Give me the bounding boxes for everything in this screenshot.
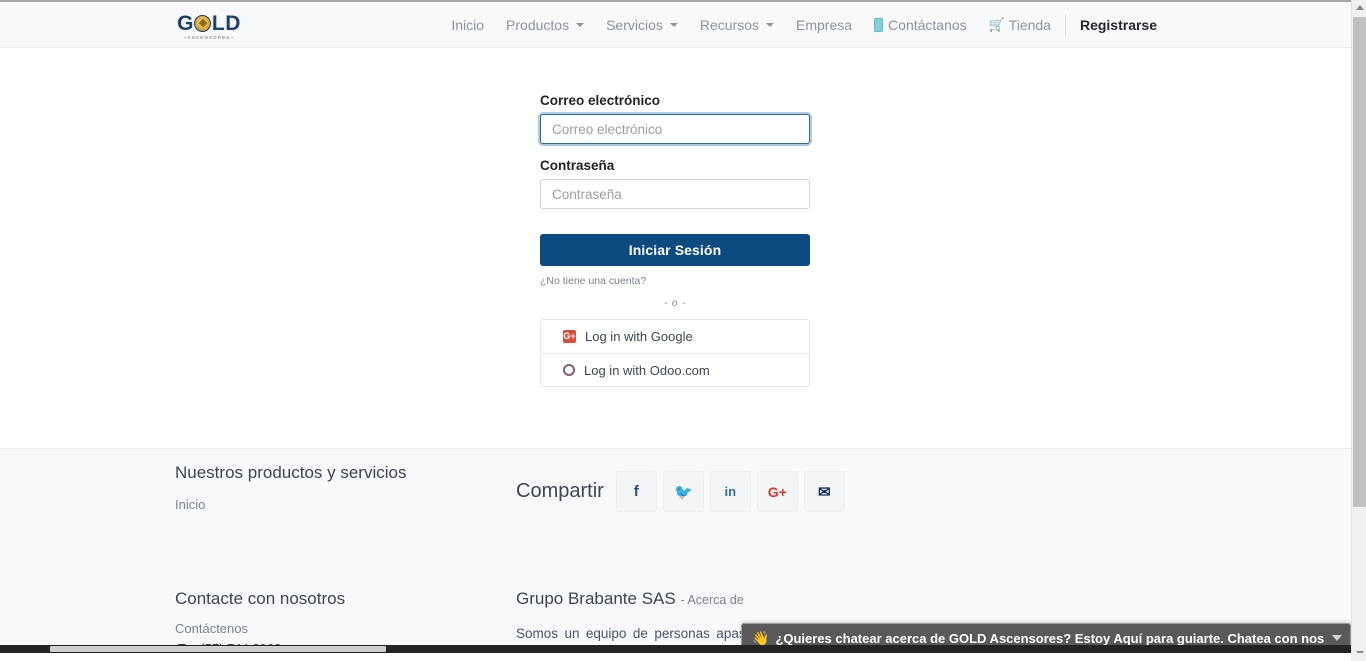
main-content: Correo electrónico Contraseña Iniciar Se…: [0, 49, 1351, 448]
gold-circle-emblem-icon: [194, 14, 212, 32]
vertical-scrollbar-thumb[interactable]: [1353, 17, 1366, 507]
waving-hand-icon: 👋: [752, 630, 770, 646]
login-with-google-button[interactable]: G+ Log in with Google: [541, 320, 809, 353]
shopping-cart-icon: 🛒: [988, 17, 1005, 32]
horizontal-scrollbar-thumb[interactable]: [50, 646, 386, 652]
page-content: G LD ~ASCENSORES~ Inicio Productos Servi…: [0, 0, 1351, 653]
footer-link-contactenos[interactable]: Contáctenos: [175, 621, 495, 636]
nav-label: Tienda: [1008, 17, 1051, 33]
share-row: Compartir f 🐦 in G+ ✉: [516, 471, 916, 512]
oauth-provider-list: G+ Log in with Google Log in with Odoo.c…: [540, 319, 810, 387]
logo-subtitle: ~ASCENSORES~: [183, 34, 235, 40]
google-plus-icon: G+: [563, 330, 576, 343]
footer-link-inicio[interactable]: Inicio: [175, 497, 495, 512]
linkedin-share-icon[interactable]: in: [709, 471, 751, 512]
login-submit-button[interactable]: Iniciar Sesión: [540, 234, 810, 266]
mobile-phone-icon: [874, 18, 884, 32]
logo-text-after: LD: [211, 11, 241, 35]
chevron-down-icon: [669, 23, 678, 27]
main-navigation: Inicio Productos Servicios Recursos Empr…: [440, 2, 1168, 48]
footer-products-column: Nuestros productos y servicios Inicio: [175, 463, 495, 517]
nav-label: Inicio: [451, 17, 485, 33]
chevron-down-icon: [766, 23, 775, 27]
login-with-odoo-button[interactable]: Log in with Odoo.com: [541, 353, 809, 386]
vertical-scrollbar[interactable]: [1351, 0, 1366, 661]
nav-item-recursos[interactable]: Recursos: [689, 2, 785, 48]
chevron-down-icon: [576, 23, 585, 27]
odoo-circle-icon: [563, 364, 575, 376]
nav-item-empresa[interactable]: Empresa: [785, 2, 863, 48]
scroll-up-arrow-icon[interactable]: [1352, 0, 1366, 15]
nav-label: Productos: [506, 17, 570, 33]
login-form: Correo electrónico Contraseña Iniciar Se…: [540, 93, 810, 387]
logo-wordmark: G LD: [177, 13, 241, 34]
oauth-label: Log in with Odoo.com: [584, 362, 710, 378]
footer-share-column: Compartir f 🐦 in G+ ✉: [516, 471, 916, 512]
site-header: G LD ~ASCENSORES~ Inicio Productos Servi…: [0, 2, 1351, 48]
oauth-label: Log in with Google: [585, 329, 693, 344]
twitter-share-icon[interactable]: 🐦: [662, 471, 704, 512]
or-divider: - o -: [664, 297, 686, 309]
no-account-link[interactable]: ¿No tiene una cuenta?: [540, 275, 646, 287]
google-plus-share-icon[interactable]: G+: [756, 471, 798, 512]
nav-label: Registrarse: [1079, 17, 1157, 33]
horizontal-scrollbar[interactable]: [0, 645, 1351, 653]
nav-divider: [1064, 14, 1066, 36]
footer-contact-column: Contacte con nosotros Contáctenos ☎ +(57…: [175, 589, 495, 653]
email-input[interactable]: [540, 114, 810, 144]
nav-item-productos[interactable]: Productos: [495, 2, 595, 48]
nav-item-registrarse[interactable]: Registrarse: [1069, 2, 1168, 48]
email-share-icon[interactable]: ✉: [803, 471, 845, 512]
twitter-glyph: 🐦: [673, 483, 693, 501]
nav-label: Recursos: [699, 17, 760, 33]
share-label: Compartir: [516, 480, 604, 502]
nav-label: Contáctanos: [888, 17, 967, 33]
password-input[interactable]: [540, 179, 810, 209]
footer-company-line: Grupo Brabante SAS - Acerca de: [516, 589, 936, 609]
nav-item-servicios[interactable]: Servicios: [595, 2, 689, 48]
nav-item-inicio[interactable]: Inicio: [440, 2, 495, 48]
footer-contact-heading: Contacte con nosotros: [175, 589, 346, 608]
nav-item-contactanos[interactable]: Contáctanos: [863, 2, 978, 48]
site-logo[interactable]: G LD ~ASCENSORES~: [174, 8, 244, 44]
logo-text-before: G: [177, 11, 194, 35]
facebook-share-icon[interactable]: f: [615, 471, 657, 512]
email-label: Correo electrónico: [540, 93, 661, 108]
browser-viewport: G LD ~ASCENSORES~ Inicio Productos Servi…: [0, 0, 1366, 661]
chevron-down-icon[interactable]: [1332, 635, 1342, 641]
field-gap: [540, 144, 810, 158]
nav-item-tienda[interactable]: 🛒 Tienda: [978, 2, 1062, 48]
footer-about-link[interactable]: - Acerca de: [680, 593, 743, 607]
chat-invite-message: ¿Quieres chatear acerca de GOLD Ascensor…: [775, 630, 1324, 646]
password-label: Contraseña: [540, 158, 615, 173]
facebook-glyph: f: [633, 483, 639, 500]
scrollbar-corner: [1351, 653, 1366, 661]
email-glyph: ✉: [818, 483, 831, 501]
nav-label: Empresa: [796, 17, 853, 33]
nav-label: Servicios: [606, 17, 663, 33]
google-plus-glyph: G+: [767, 483, 787, 500]
linkedin-glyph: in: [724, 484, 737, 499]
footer-company-name: Grupo Brabante SAS: [516, 589, 676, 608]
footer-products-heading: Nuestros productos y servicios: [175, 463, 407, 482]
